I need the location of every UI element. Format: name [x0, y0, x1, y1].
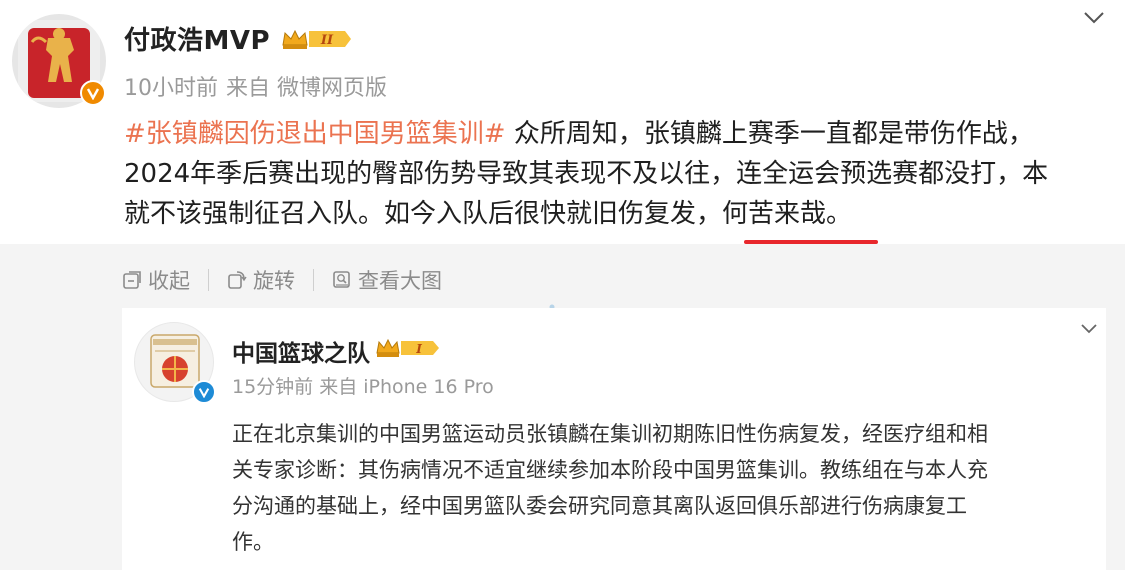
author-name[interactable]: 付政浩MVP — [124, 20, 270, 57]
view-large-icon — [333, 271, 350, 288]
quoted-line-4: 作。 — [232, 530, 274, 554]
svg-text:I: I — [415, 342, 422, 356]
weibo-post: 付政浩MVP II 10小时前 来自 微博网页版 #张镇麟因伤退出中国男篮集训# … — [0, 0, 1125, 570]
post-source: 来自 微博网页版 — [226, 76, 387, 101]
verified-orange-icon — [80, 80, 106, 106]
collapse-icon — [123, 271, 141, 289]
rotate-icon — [228, 271, 247, 289]
quoted-author-name: 中国篮球之队 — [232, 341, 370, 367]
quoted-line-2: 关专家诊断：其伤病情况不适宜继续参加本阶段中国男篮集训。教练组在与本人充 — [232, 458, 988, 482]
view-large-button[interactable]: 查看大图 — [332, 265, 442, 295]
rotate-button[interactable]: 旋转 — [227, 265, 295, 295]
chevron-down-icon — [1081, 324, 1097, 334]
embedded-screenshot-card[interactable]: 中国篮球之队 I 15分钟前 来自 iPhone 16 Pro 正在北京集训的中国… — [122, 308, 1106, 570]
body-line-3: 就不该强制征召入队。如今入队后很快就旧伤复发，何苦来哉。 — [124, 199, 853, 229]
toolbar-divider — [313, 269, 314, 291]
chevron-down-icon[interactable] — [1083, 10, 1105, 26]
quoted-post-body: 正在北京集训的中国男篮运动员张镇麟在集训初期陈旧性伤病复发，经医疗组和相 关专家… — [232, 416, 1098, 560]
vip-crown-badge-icon[interactable]: II — [281, 27, 353, 51]
author-avatar[interactable] — [12, 14, 106, 108]
highlighted-phrase: 何苦来哉。 — [722, 199, 853, 229]
post-meta: 10小时前 来自 微博网页版 — [124, 70, 395, 102]
quoted-post-meta: 15分钟前 来自 iPhone 16 Pro — [232, 372, 500, 399]
hashtag-link[interactable]: #张镇麟因伤退出中国男篮集训# — [124, 119, 506, 149]
quoted-author-avatar — [134, 322, 216, 404]
quoted-line-1: 正在北京集训的中国男篮运动员张镇麟在集训初期陈旧性伤病复发，经医疗组和相 — [232, 422, 988, 446]
toolbar-divider — [208, 269, 209, 291]
quoted-post-time: 15分钟前 — [232, 376, 314, 398]
collapse-button[interactable]: 收起 — [122, 265, 190, 295]
body-line-2: 2024年季后赛出现的臀部伤势导致其表现不及以往，连全运会预选赛都没打，本 — [124, 159, 1049, 189]
post-body: #张镇麟因伤退出中国男篮集训# 众所周知，张镇麟上赛季一直都是带伤作战， 202… — [124, 114, 1104, 234]
quoted-post-source: 来自 iPhone 16 Pro — [319, 376, 494, 398]
post-time[interactable]: 10小时前 — [124, 76, 218, 101]
verified-blue-icon — [192, 380, 216, 404]
vip-crown-badge-icon: I — [376, 338, 439, 357]
image-toolbar: 收起 旋转 查看大图 — [122, 266, 442, 294]
body-line-1: #张镇麟因伤退出中国男篮集训# 众所周知，张镇麟上赛季一直都是带伤作战， — [124, 119, 1034, 149]
svg-text:II: II — [320, 33, 334, 48]
quoted-line-3: 分沟通的基础上，经中国男篮队委会研究同意其离队返回俱乐部进行伤病康复工 — [232, 494, 967, 518]
